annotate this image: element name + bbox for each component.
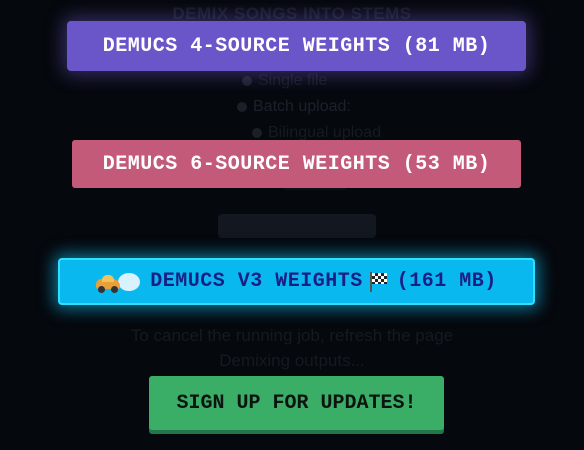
sign-up-label: SIGN UP FOR UPDATES!: [176, 391, 417, 415]
demix-button[interactable]: [218, 214, 376, 238]
demucs-4source-weights-label: DEMUCS 4-SOURCE WEIGHTS (81 MB): [102, 34, 491, 58]
checkered-flag-icon: [367, 271, 389, 293]
demucs-v3-weights-size: (161 MB): [396, 270, 497, 293]
demucs-v3-weights-label: DEMUCS V3 WEIGHTS: [150, 270, 363, 293]
radio-dot-icon: [237, 101, 247, 112]
radio-third-label: Bilingual upload: [268, 124, 381, 141]
radio-single-file[interactable]: Single file: [242, 72, 327, 90]
radio-single-label: Single file: [258, 72, 328, 89]
racing-car-dash-icon: [96, 271, 141, 293]
cancel-note: To cancel the running job, refresh the p…: [130, 326, 454, 345]
status-text: Demixing outputs...: [219, 351, 365, 370]
radio-batch-label: Batch upload:: [253, 98, 351, 115]
demucs-v3-weights-button[interactable]: DEMUCS V3 WEIGHTS (161 MB): [58, 258, 535, 305]
demucs-6source-weights-label: DEMUCS 6-SOURCE WEIGHTS (53 MB): [102, 152, 491, 176]
radio-dot-icon: [242, 75, 252, 86]
demucs-4source-weights-button[interactable]: DEMUCS 4-SOURCE WEIGHTS (81 MB): [67, 21, 526, 71]
sign-up-for-updates-button[interactable]: SIGN UP FOR UPDATES!: [149, 376, 444, 430]
radio-dot-icon: [252, 127, 262, 138]
demucs-6source-weights-button[interactable]: DEMUCS 6-SOURCE WEIGHTS (53 MB): [72, 140, 521, 188]
radio-batch-upload[interactable]: Batch upload:: [237, 98, 351, 116]
